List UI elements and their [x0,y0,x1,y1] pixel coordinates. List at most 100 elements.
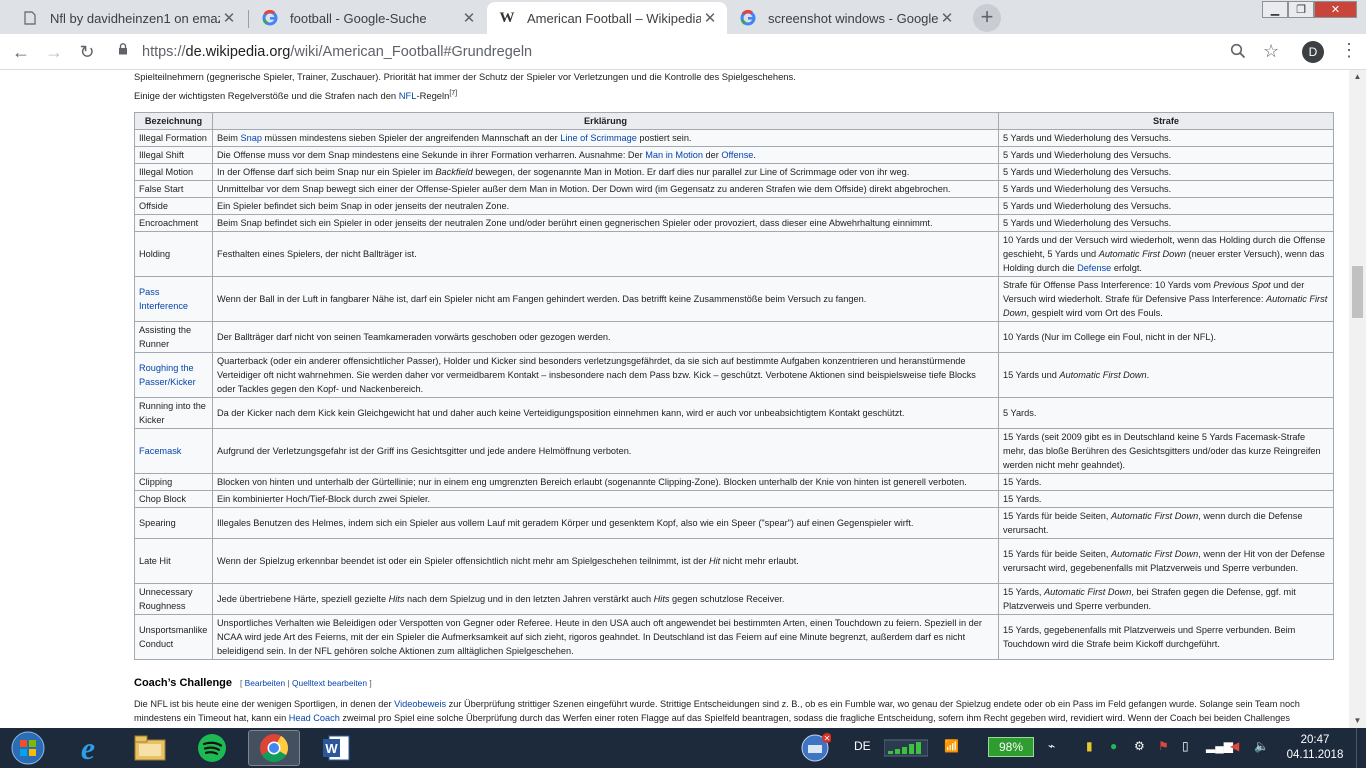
menu-kebab-icon[interactable]: ⋮ [1340,40,1358,61]
close-tab-icon[interactable]: ✕ [220,9,238,27]
profile-avatar[interactable]: D [1302,41,1324,63]
edit-source-link[interactable]: Quelltext bearbeiten [292,678,367,688]
penalty-cell: 15 Yards. [998,490,1334,508]
reload-button[interactable]: ↻ [75,40,99,64]
intro-regelverstoesse: Einige der wichtigsten Regelverstöße und… [134,90,457,102]
windows-taskbar: e W ✕ DE 📶 98% ⌁ ▮ ● ⚙ ⚑ ▯ ▂▄▆ ◀ 🔈 20:47… [0,728,1366,768]
table-row: Offside Ein Spieler befindet sich beim Sn… [134,197,1334,215]
signal-bars-icon[interactable]: ▂▄▆ [1206,739,1233,753]
volume-muted-icon[interactable]: ◀ [1230,739,1239,753]
close-window-button[interactable]: ✕ [1314,1,1357,18]
explanation-cell: Wenn der Ball in der Luft in fangbarer N… [212,276,999,322]
wiki-link[interactable]: Pass Interference [139,287,188,311]
clock-date: 04.11.2018 [1286,749,1344,761]
maximize-button[interactable]: ❐ [1288,1,1314,18]
penalty-cell: 10 Yards und der Versuch wird wiederholt… [998,231,1334,277]
penalty-name-cell: Assisting the Runner [134,321,213,353]
nfl-link[interactable]: NFL [399,90,417,101]
wikipedia-icon: W [499,9,515,26]
power-plug-icon[interactable]: ⌁ [1048,739,1055,753]
file-explorer-icon[interactable] [124,730,176,766]
device-tray-icon[interactable]: ▯ [1182,739,1189,753]
battery-indicator[interactable]: 98% [988,737,1034,757]
minimize-button[interactable]: ▁ [1262,1,1288,18]
scroll-down-arrow-icon[interactable]: ▼ [1349,714,1366,728]
penalty-cell: 5 Yards und Wiederholung des Versuchs. [998,146,1334,164]
cloud-tray-icon[interactable]: ⚙ [1134,739,1145,753]
clock-time: 20:47 [1300,734,1330,746]
penalty-name-cell: Unsportsmanlike Conduct [134,614,213,660]
penalty-name-cell: Encroachment [134,214,213,232]
penalty-cell: Strafe für Offense Pass Interference: 10… [998,276,1334,322]
spotify-tray-icon[interactable]: ● [1110,739,1117,753]
language-indicator[interactable]: DE [854,739,871,753]
explanation-cell: Blocken von hinten und unterhalb der Gür… [212,473,999,491]
system-clock[interactable]: 20:47 04.11.2018 [1284,733,1346,763]
forward-button[interactable]: → [42,40,66,64]
penalty-name-cell: Illegal Motion [134,163,213,181]
word-icon[interactable]: W [310,730,362,766]
new-tab-button[interactable]: + [973,4,1001,32]
start-orb[interactable] [0,730,56,766]
tab-emaze[interactable]: Nfl by davidheinzen1 on emaze ✕ [10,2,246,34]
penalty-cell: 15 Yards, gegebenenfalls mit Platzverwei… [998,614,1334,660]
wiki-link[interactable]: Videobeweis [394,699,446,709]
bookmark-star-icon[interactable]: ☆ [1263,41,1279,62]
table-row: Illegal Shift Die Offense muss vor dem Sn… [134,146,1334,164]
close-tab-icon[interactable]: ✕ [460,9,478,27]
penalty-cell: 10 Yards (Nur im College ein Foul, nicht… [998,321,1334,353]
penalty-name-cell: Roughing the Passer/Kicker [134,352,213,398]
wiki-link[interactable]: Roughing the Passer/Kicker [139,363,196,387]
wiki-link[interactable]: Snap [241,133,262,143]
tab-google-football[interactable]: football - Google-Suche ✕ [250,2,486,34]
show-desktop-button[interactable] [1356,728,1366,768]
tab-wikipedia-active[interactable]: W American Football – Wikipedia ✕ [487,2,727,34]
column-header: Erklärung [212,112,999,130]
google-icon [740,10,756,26]
flag-tray-icon[interactable]: ⚑ [1158,739,1169,753]
wiki-link[interactable]: Facemask [139,446,181,456]
network-connection-tray-icon[interactable]: ✕ [790,730,840,766]
wiki-link[interactable]: Head Coach [289,713,340,723]
coach-challenge-paragraph: Die NFL ist bis heute eine der wenigen S… [134,699,1300,723]
penalty-name-cell: Holding [134,231,213,277]
wiki-link[interactable]: Line of Scrimmage [560,133,637,143]
close-tab-icon[interactable]: ✕ [701,9,719,27]
penalty-name-cell: Chop Block [134,490,213,508]
spotify-icon[interactable] [186,730,238,766]
penalty-cell: 5 Yards und Wiederholung des Versuchs. [998,129,1334,147]
intro-text-suffix: -Regeln [416,90,450,101]
penalty-cell: 15 Yards für beide Seiten, Automatic Fir… [998,507,1334,539]
url-text[interactable]: https://de.wikipedia.org/wiki/American_F… [142,44,532,60]
reference-7-link[interactable]: [7] [449,90,457,97]
wiki-link[interactable]: Defense [1077,263,1111,273]
speaker-icon[interactable]: 🔈 [1254,739,1269,753]
tab-title: screenshot windows - Google-Su [768,10,938,26]
signal-strength-icon[interactable] [882,730,930,766]
internet-explorer-icon[interactable]: e [62,730,114,766]
zoom-icon[interactable] [1230,43,1246,64]
scrollbar-thumb[interactable] [1352,266,1363,318]
security-shield-icon[interactable]: ▮ [1086,739,1093,753]
table-row: Roughing the Passer/Kicker Quarterback (o… [134,352,1334,398]
penalty-name-cell: Offside [134,197,213,215]
penalty-cell: 5 Yards und Wiederholung des Versuchs. [998,197,1334,215]
penalty-name-cell: Pass Interference [134,276,213,322]
table-row: False Start Unmittelbar vor dem Snap bewe… [134,180,1334,198]
chrome-icon[interactable] [248,730,300,766]
close-tab-icon[interactable]: ✕ [938,9,956,27]
wifi-tower-icon[interactable]: 📶 [944,739,959,753]
google-icon [262,10,278,26]
wiki-link[interactable]: Offense [721,150,753,160]
back-button[interactable]: ← [9,40,33,64]
edit-link[interactable]: Bearbeiten [245,678,286,688]
table-row: Holding Festhalten eines Spielers, der ni… [134,231,1334,277]
explanation-cell: Beim Snap müssen mindestens sieben Spiel… [212,129,999,147]
explanation-cell: Beim Snap befindet sich ein Spieler in o… [212,214,999,232]
scroll-up-arrow-icon[interactable]: ▲ [1349,70,1366,84]
section-edit-links: [ Bearbeiten | Quelltext bearbeiten ] [240,678,372,688]
vertical-scrollbar[interactable]: ▲ ▼ [1349,70,1366,728]
address-bar[interactable]: https://de.wikipedia.org/wiki/American_F… [110,38,1290,66]
tab-google-screenshot[interactable]: screenshot windows - Google-Su ✕ [728,2,964,34]
wiki-link[interactable]: Man in Motion [645,150,703,160]
